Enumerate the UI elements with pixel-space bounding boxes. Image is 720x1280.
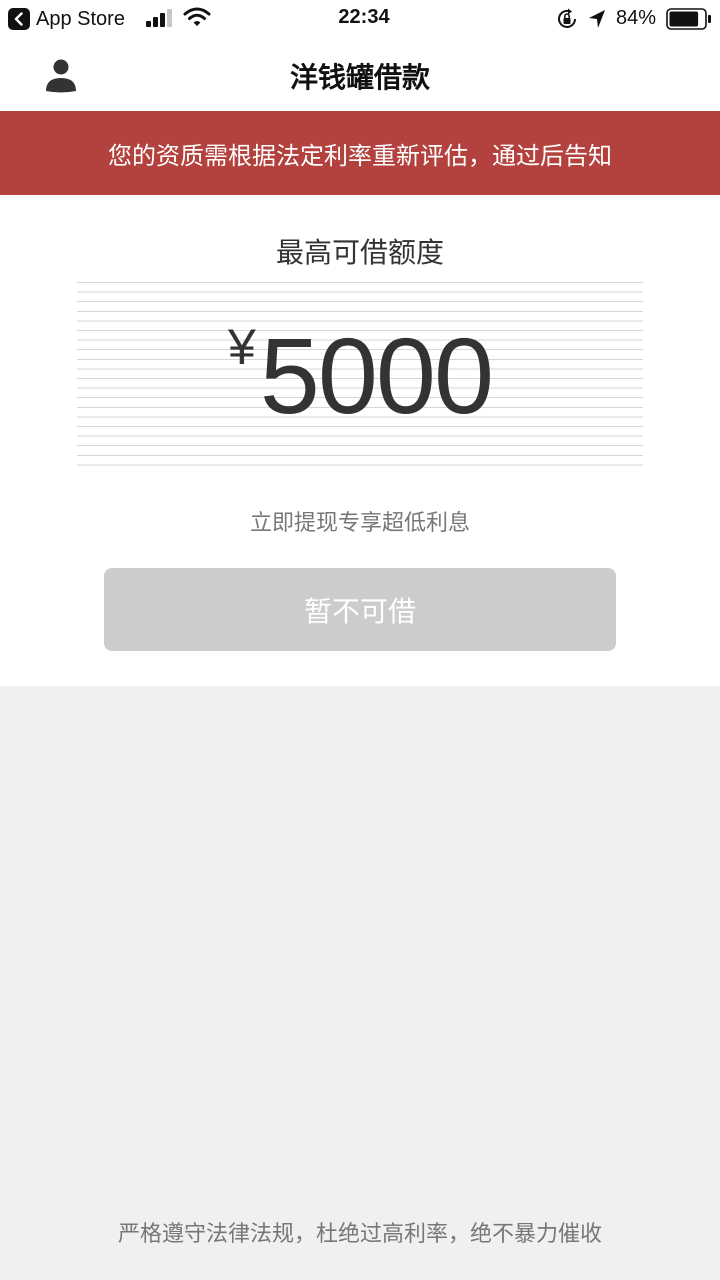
user-icon[interactable] xyxy=(40,56,82,94)
status-bar: App Store 22:34 84% xyxy=(0,0,720,38)
battery-icon xyxy=(666,8,711,30)
cellular-signal-icon xyxy=(146,9,172,27)
notice-banner: 您的资质需根据法定利率重新评估，通过后告知 xyxy=(0,111,720,195)
wifi-icon xyxy=(183,7,211,26)
battery-percent: 84% xyxy=(616,7,657,29)
back-app-label: App Store xyxy=(36,7,125,30)
chevron-left-icon xyxy=(8,8,30,30)
amount-panel: ¥ 5000 xyxy=(77,282,643,468)
borrow-button-label: 暂不可借 xyxy=(303,594,416,628)
currency-symbol: ¥ xyxy=(227,319,256,375)
loan-card: 最高可借额度 ¥ 5000 立即提现专享超低利息 暂不可借 xyxy=(0,195,720,686)
nav-bar: 洋钱罐借款 xyxy=(0,38,720,111)
back-to-app-store[interactable]: App Store xyxy=(8,7,125,31)
rotation-lock-icon xyxy=(558,8,576,28)
status-time: 22:34 xyxy=(338,6,390,28)
loan-amount: 5000 xyxy=(259,315,494,436)
interest-subtitle: 立即提现专享超低利息 xyxy=(249,511,470,536)
page-title: 洋钱罐借款 xyxy=(289,61,430,94)
location-arrow-icon xyxy=(589,10,605,28)
borrow-button[interactable]: 暂不可借 xyxy=(104,568,616,651)
footer-disclaimer: 严格遵守法律法规，杜绝过高利率，绝不暴力催收 xyxy=(117,1222,602,1247)
notice-text: 您的资质需根据法定利率重新评估，通过后告知 xyxy=(108,141,612,170)
limit-title: 最高可借额度 xyxy=(275,236,444,269)
